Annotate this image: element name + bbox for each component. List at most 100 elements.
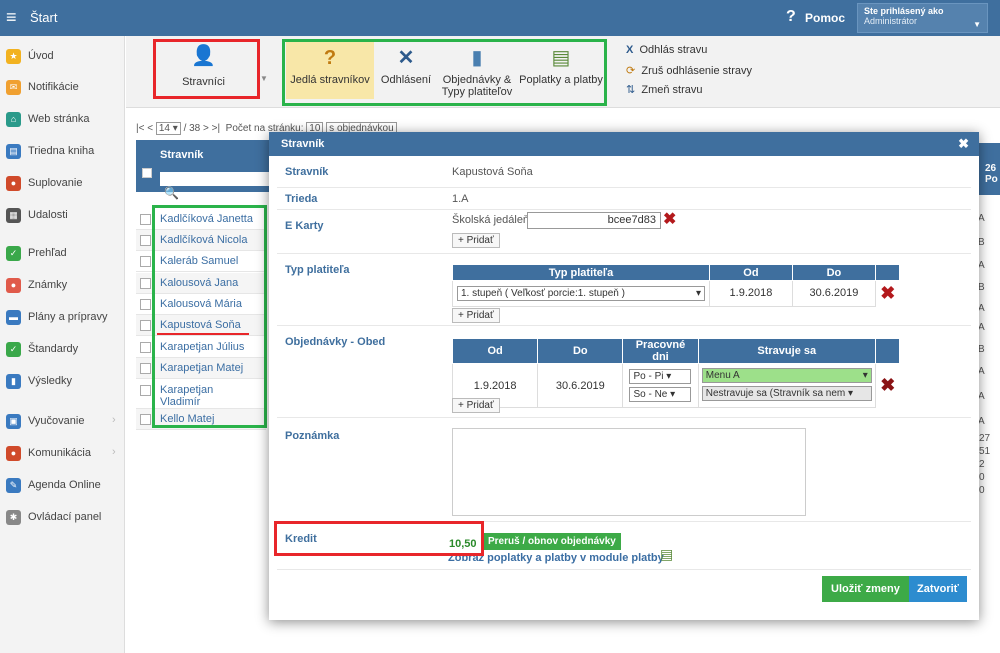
close-button[interactable]: Zatvoriť <box>909 576 967 602</box>
zmen-stravu-link[interactable]: ⇅ Zmeň stravu <box>626 83 702 96</box>
hamburger-icon[interactable]: ≡ <box>6 8 17 26</box>
day-cell[interactable]: A <box>978 260 985 271</box>
sidebar-item-label: Štandardy <box>28 343 79 355</box>
day-cell[interactable]: A <box>978 366 985 377</box>
stravuje-value-1: Menu A <box>705 369 740 381</box>
grid-header: Stravník 🔍 <box>136 140 271 200</box>
user-label: Ste prihlásený ako <box>864 6 944 16</box>
day-cell[interactable]: A <box>978 416 985 427</box>
day-cell[interactable]: A <box>978 322 985 333</box>
obj-col-do: Do <box>537 338 624 364</box>
day-column-label: 26 Po <box>985 163 998 185</box>
row-checkbox[interactable] <box>140 256 151 267</box>
sidebar-item[interactable]: ▣ Vyučovanie › <box>0 410 125 434</box>
day-cell[interactable]: A <box>978 303 985 314</box>
dni-value-2: So - Ne <box>633 389 668 400</box>
sidebar-item[interactable]: ▬ Plány a prípravy <box>0 306 125 330</box>
sidebar-item-label: Notifikácie <box>28 81 79 93</box>
row-checkbox[interactable] <box>140 342 151 353</box>
sidebar-item[interactable]: ⌂ Web stránka <box>0 108 125 132</box>
sidebar-item[interactable]: ✉ Notifikácie <box>0 76 125 100</box>
sidebar-item[interactable]: ▤ Triedna kniha <box>0 140 125 164</box>
highlight-student-list <box>152 205 267 428</box>
page-select[interactable]: 14 ▾ <box>155 122 181 135</box>
star-icon: ★ <box>6 49 21 64</box>
chevron-right-icon: › <box>112 446 116 458</box>
chevron-down-icon[interactable]: ▼ <box>260 74 268 83</box>
user-menu[interactable]: Ste prihlásený ako Administrátor ▼ <box>857 3 988 33</box>
day-cell[interactable]: B <box>978 282 985 293</box>
prerus-button[interactable]: Preruš / obnov objednávky <box>483 533 621 550</box>
row-checkbox[interactable] <box>140 385 151 396</box>
dni-select-2[interactable]: So - Ne ▾ <box>629 387 692 402</box>
sidebar-item[interactable]: ✎ Agenda Online <box>0 474 125 498</box>
name-filter-input[interactable] <box>160 172 270 186</box>
save-button[interactable]: Uložiť zmeny <box>822 576 909 602</box>
user-role: Administrátor <box>864 16 918 26</box>
delete-icon[interactable]: ✖ <box>663 210 676 230</box>
modal-header: Stravník ✖ <box>269 132 979 156</box>
stravuje-select-1[interactable]: Menu A ▾ <box>701 367 872 383</box>
row-checkbox[interactable] <box>140 278 151 289</box>
app-title[interactable]: Štart <box>30 10 57 25</box>
day-cell[interactable]: A <box>978 213 985 224</box>
row-checkbox[interactable] <box>140 363 151 374</box>
help-link[interactable]: Pomoc <box>805 11 845 25</box>
sidebar-item[interactable]: ✓ Prehľad <box>0 242 125 266</box>
select-all-checkbox[interactable] <box>142 168 152 178</box>
zrus-odhlasenie-link[interactable]: ⟳ Zruš odhlásenie stravy <box>626 64 752 77</box>
sidebar-item[interactable]: ▦ Udalosti <box>0 204 125 228</box>
karta-code-input[interactable]: bcee7d83 <box>527 212 661 229</box>
stravnik-value: Kapustová Soňa <box>452 166 533 178</box>
obj-col-stravuje: Stravuje sa <box>697 338 877 364</box>
col-do: Do <box>791 264 877 281</box>
shield-icon: ✓ <box>6 342 21 357</box>
home-icon: ⌂ <box>6 112 21 127</box>
sidebar-item-label: Plány a prípravy <box>28 311 108 323</box>
karty-label: E Karty <box>285 220 324 232</box>
sidebar-item[interactable]: ✱ Ovládací panel <box>0 506 125 530</box>
delete-icon[interactable]: ✖ <box>880 283 895 303</box>
add-karta-button[interactable]: + Pridať <box>452 233 500 248</box>
teach-icon: ▣ <box>6 414 21 429</box>
chat-icon: ● <box>6 446 21 461</box>
dni-select-1[interactable]: Po - Pi ▾ <box>629 369 692 384</box>
sidebar-item[interactable]: ▮ Výsledky <box>0 370 125 394</box>
sidebar-item[interactable]: ● Suplovanie <box>0 172 125 196</box>
stravuje-value-2: Nestravuje sa (Stravník sa nem <box>705 387 846 399</box>
help-icon[interactable]: ? <box>786 8 796 26</box>
day-cell[interactable]: B <box>978 344 985 355</box>
highlight-stravnici <box>153 39 260 99</box>
pager-next[interactable]: > >| <box>203 123 220 134</box>
pager-first[interactable]: |< < <box>136 123 153 134</box>
sidebar-item[interactable]: ✓ Štandardy <box>0 338 125 362</box>
obj-do: 30.6.2019 <box>537 363 624 408</box>
stravuje-select-2[interactable]: Nestravuje sa (Stravník sa nem ▾ <box>701 385 872 401</box>
add-typ-button[interactable]: + Pridať <box>452 308 500 323</box>
sidebar-item-label: Web stránka <box>28 113 90 125</box>
close-icon[interactable]: ✖ <box>958 136 969 152</box>
typ-table: Typ platiteľa Od Do 1. stupeň ( Veľkosť … <box>452 264 900 307</box>
odhlas-stravu-link[interactable]: X Odhlás stravu <box>626 44 707 56</box>
search-icon[interactable]: 🔍 <box>164 186 179 200</box>
sidebar-item[interactable]: ● Známky <box>0 274 125 298</box>
typ-select[interactable]: 1. stupeň ( Veľkosť porcie:1. stupeň ) ▾ <box>457 285 705 301</box>
bar-chart-icon: ▮ <box>6 374 21 389</box>
sidebar-item[interactable]: ★ Úvod <box>0 45 125 69</box>
typ-label: Typ platiteľa <box>285 264 350 276</box>
undo-icon: ⟳ <box>626 65 636 77</box>
row-checkbox[interactable] <box>140 320 151 331</box>
col-action <box>875 264 900 281</box>
row-checkbox[interactable] <box>140 214 151 225</box>
row-checkbox[interactable] <box>140 299 151 310</box>
day-cell[interactable]: A <box>978 391 985 402</box>
row-trieda: Trieda 1.A <box>277 188 971 210</box>
sidebar-item[interactable]: ● Komunikácia › <box>0 442 125 466</box>
day-cell[interactable]: B <box>978 237 985 248</box>
row-checkbox[interactable] <box>140 414 151 425</box>
delete-icon[interactable]: ✖ <box>880 375 895 395</box>
poznamka-textarea[interactable] <box>452 428 806 516</box>
add-obj-button[interactable]: + Pridať <box>452 398 500 413</box>
row-checkbox[interactable] <box>140 235 151 246</box>
highlight-toolbar <box>282 39 607 106</box>
